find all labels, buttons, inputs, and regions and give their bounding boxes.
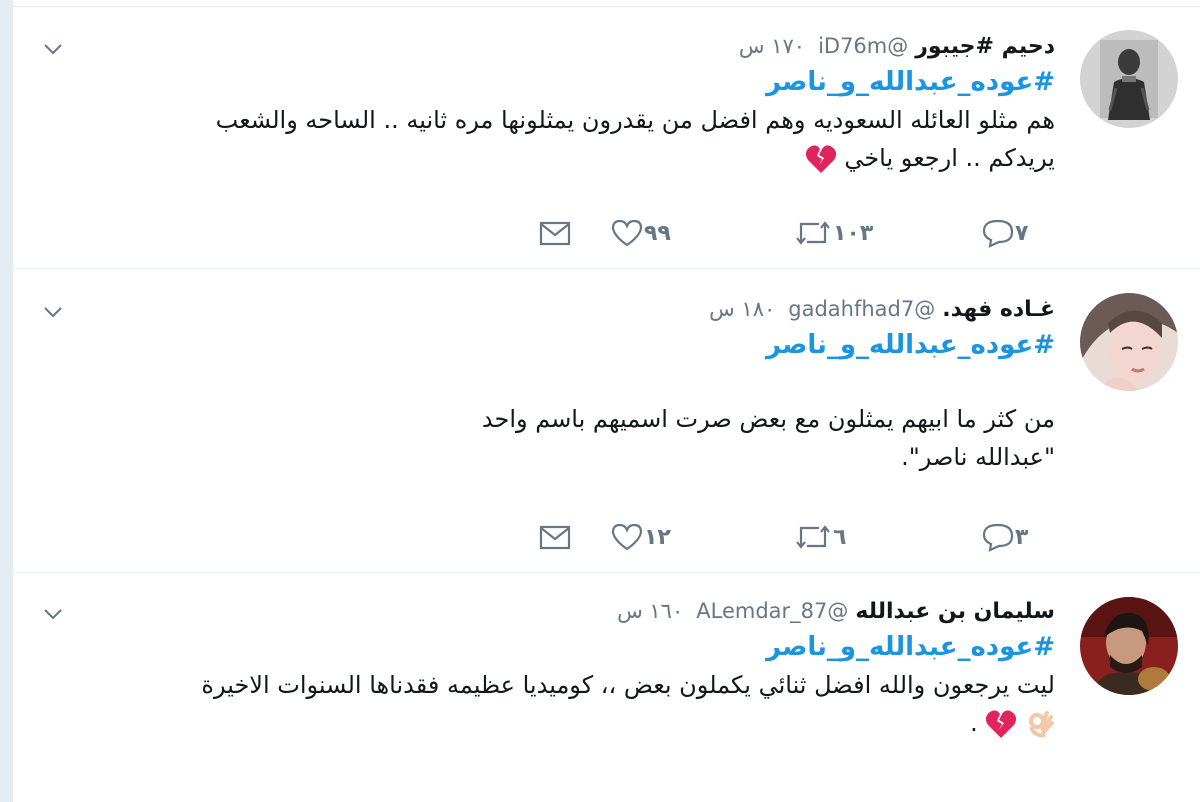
reply-button[interactable]: ٧: [981, 213, 1036, 253]
like-button[interactable]: ١٢: [610, 517, 679, 557]
tweet-header: دحيم #جيبور @iD76m ١٧٠ س: [53, 29, 1055, 63]
tweet[interactable]: سليمان بن عبدالله @ALemdar_87 ١٦٠ س #عود…: [13, 574, 1200, 802]
reply-button[interactable]: ٣: [981, 517, 1036, 557]
reply-icon: [982, 219, 1014, 248]
tweet-text-line: من كثر ما ابيهم يمثلون مع بعض صرت اسميهم…: [481, 405, 1055, 433]
retweet-button[interactable]: ٦: [793, 517, 854, 557]
tweet-actions: ٣ ٦ ١٢: [13, 517, 1200, 557]
reply-icon: [982, 523, 1014, 552]
left-gutter: [0, 0, 13, 802]
tweet-header: غـاده فهد. @gadahfhad7 ١٨٠ س: [53, 292, 1055, 326]
timestamp[interactable]: ١٦٠ س: [617, 599, 683, 623]
tweet-content: غـاده فهد. @gadahfhad7 ١٨٠ س #عوده_عبدال…: [53, 270, 1055, 476]
direct-message-button[interactable]: [538, 213, 572, 253]
tweet-text: ليت يرجعون والله افضل ثنائي يكملون بعض ،…: [53, 666, 1055, 742]
avatar[interactable]: [1080, 293, 1178, 391]
retweet-button[interactable]: ١٠٣: [793, 213, 881, 253]
retweet-count: ١٠٣: [833, 220, 874, 246]
hashtag-link[interactable]: #عوده_عبدالله_و_ناصر: [53, 63, 1055, 101]
retweet-count: ٦: [833, 524, 847, 550]
ok-hand-emoji-icon: [1029, 711, 1054, 738]
broken-heart-emoji-icon: [986, 710, 1017, 738]
tweet-content: سليمان بن عبدالله @ALemdar_87 ١٦٠ س #عود…: [53, 574, 1055, 742]
like-count: ٩٩: [644, 220, 671, 246]
envelope-icon: [539, 221, 571, 246]
like-count: ١٢: [644, 524, 671, 550]
like-button[interactable]: ٩٩: [610, 213, 679, 253]
timestamp[interactable]: ١٧٠ س: [739, 34, 805, 58]
tweet-text-line-2: يريدكم .. ارجعو ياخي: [53, 139, 1055, 177]
display-name[interactable]: سليمان بن عبدالله: [855, 599, 1055, 624]
tweet[interactable]: غـاده فهد. @gadahfhad7 ١٨٠ س #عوده_عبدال…: [13, 270, 1200, 573]
tweet-text-line: .: [970, 709, 978, 737]
display-name[interactable]: دحيم #جيبور: [915, 34, 1055, 59]
tweet-text: هم مثلو العائله السعوديه وهم افضل من يقد…: [53, 101, 1055, 177]
direct-message-button[interactable]: [538, 517, 572, 557]
retweet-icon: [796, 221, 830, 245]
reply-count: ٧: [1015, 220, 1029, 246]
tweet-text-line: هم مثلو العائله السعوديه وهم افضل من يقد…: [215, 106, 1055, 134]
tweet-content: دحيم #جيبور @iD76m ١٧٠ س #عوده_عبدالله_و…: [53, 7, 1055, 177]
tweet-text-line: ليت يرجعون والله افضل ثنائي يكملون بعض ،…: [201, 671, 1055, 699]
tweet-header: سليمان بن عبدالله @ALemdar_87 ١٦٠ س: [53, 594, 1055, 628]
tweet-text: من كثر ما ابيهم يمثلون مع بعض صرت اسميهم…: [53, 400, 1055, 476]
hashtag-link[interactable]: #عوده_عبدالله_و_ناصر: [53, 628, 1055, 666]
user-handle[interactable]: @ALemdar_87: [696, 599, 848, 623]
tweet-text-line: "عبدالله ناصر".: [901, 443, 1055, 471]
tweet-actions: ٧ ١٠٣ ٩٩: [13, 213, 1200, 253]
retweet-icon: [796, 525, 830, 549]
envelope-icon: [539, 525, 571, 550]
reply-count: ٣: [1015, 524, 1029, 550]
heart-icon: [611, 523, 643, 551]
tweet[interactable]: دحيم #جيبور @iD76m ١٧٠ س #عوده_عبدالله_و…: [13, 7, 1200, 269]
heart-icon: [611, 219, 643, 247]
tweet-feed: دحيم #جيبور @iD76m ١٧٠ س #عوده_عبدالله_و…: [13, 0, 1200, 802]
user-handle[interactable]: @gadahfhad7: [788, 297, 935, 321]
avatar[interactable]: [1080, 30, 1178, 128]
avatar[interactable]: [1080, 597, 1178, 695]
display-name[interactable]: غـاده فهد.: [942, 297, 1055, 322]
broken-heart-emoji-icon: [805, 145, 836, 173]
timestamp[interactable]: ١٨٠ س: [709, 297, 775, 321]
tweet-text-line-2: .: [53, 704, 1055, 742]
user-handle[interactable]: @iD76m: [818, 34, 908, 58]
hashtag-link[interactable]: #عوده_عبدالله_و_ناصر: [53, 326, 1055, 364]
tweet-text-line: يريدكم .. ارجعو ياخي: [844, 144, 1055, 172]
